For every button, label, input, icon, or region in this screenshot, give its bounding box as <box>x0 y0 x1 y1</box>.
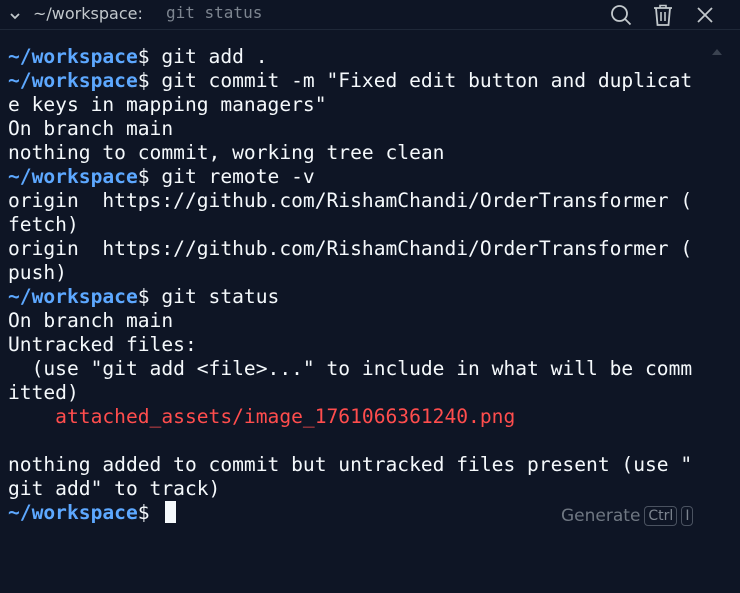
output-text: (use "git add <file>..." to include in w… <box>8 357 693 380</box>
terminal-line: ~/workspace$ git status <box>8 285 708 309</box>
command-text <box>150 501 162 524</box>
terminal-line: origin https://github.com/RishamChandi/O… <box>8 189 708 213</box>
terminal-line: git add" to track) <box>8 477 708 501</box>
titlebar-path: ~/workspace: <box>33 4 143 23</box>
terminal-line: e keys in mapping managers" <box>8 93 708 117</box>
shortcut-key-ctrl: Ctrl <box>644 506 678 526</box>
output-text: origin https://github.com/RishamChandi/O… <box>8 237 693 260</box>
titlebar-command: git status <box>166 3 263 22</box>
prompt-path: ~/workspace <box>8 501 138 524</box>
terminal-line: ~/workspace$ git commit -m "Fixed edit b… <box>8 69 708 93</box>
output-text: push) <box>8 261 67 284</box>
output-text: nothing added to commit but untracked fi… <box>8 453 693 476</box>
output-text: git add" to track) <box>8 477 221 500</box>
terminal-line: push) <box>8 261 708 285</box>
command-text: git add . <box>149 45 268 68</box>
trash-icon[interactable] <box>651 3 675 27</box>
terminal-line: Untracked files: <box>8 333 708 357</box>
output-text: itted) <box>8 381 79 404</box>
terminal-line: (use "git add <file>..." to include in w… <box>8 357 708 381</box>
terminal-line: attached_assets/image_1761066361240.png <box>8 405 708 429</box>
command-text: git remote -v <box>149 165 315 188</box>
terminal-line: On branch main <box>8 309 708 333</box>
terminal-titlebar: ~/workspace: git status <box>0 0 740 30</box>
terminal-line: fetch) <box>8 213 708 237</box>
terminal-line: On branch main <box>8 117 708 141</box>
terminal-output[interactable]: ~/workspace$ git add . ~/workspace$ git c… <box>8 45 708 525</box>
output-text: origin https://github.com/RishamChandi/O… <box>8 189 693 212</box>
scroll-up-arrow-icon[interactable] <box>710 41 724 55</box>
prompt-sign: $ <box>137 45 150 68</box>
chevron-down-icon[interactable] <box>8 8 22 22</box>
untracked-file: attached_assets/image_1761066361240.png <box>8 405 516 428</box>
command-text: git status <box>149 285 280 308</box>
shortcut-key-i: I <box>681 506 694 526</box>
prompt-sign: $ <box>137 165 150 188</box>
command-text: git commit -m "Fixed edit button and dup… <box>149 69 693 92</box>
terminal-line: nothing to commit, working tree clean <box>8 141 708 165</box>
output-text: On branch main <box>8 117 174 140</box>
prompt-path: ~/workspace <box>8 45 138 68</box>
output-text: fetch) <box>8 213 79 236</box>
generate-label: Generate <box>561 506 641 526</box>
terminal-cursor[interactable] <box>165 501 177 523</box>
prompt-path: ~/workspace <box>8 165 138 188</box>
prompt-sign: $ <box>137 69 150 92</box>
terminal-line: nothing added to commit but untracked fi… <box>8 453 708 477</box>
generate-hint[interactable]: Generate Ctrl I <box>561 506 694 526</box>
output-text: e keys in mapping managers" <box>8 93 327 116</box>
prompt-sign: $ <box>137 501 150 524</box>
search-icon[interactable] <box>609 3 633 27</box>
prompt-sign: $ <box>137 285 150 308</box>
terminal-line: origin https://github.com/RishamChandi/O… <box>8 237 708 261</box>
prompt-path: ~/workspace <box>8 285 138 308</box>
terminal-line: ~/workspace$ git remote -v <box>8 165 708 189</box>
terminal-line: ~/workspace$ git add . <box>8 45 708 69</box>
output-text: nothing to commit, working tree clean <box>8 141 445 164</box>
output-text: Untracked files: <box>8 333 197 356</box>
output-text: On branch main <box>8 309 174 332</box>
terminal-line: itted) <box>8 381 708 405</box>
close-icon[interactable] <box>693 3 717 27</box>
prompt-path: ~/workspace <box>8 69 138 92</box>
